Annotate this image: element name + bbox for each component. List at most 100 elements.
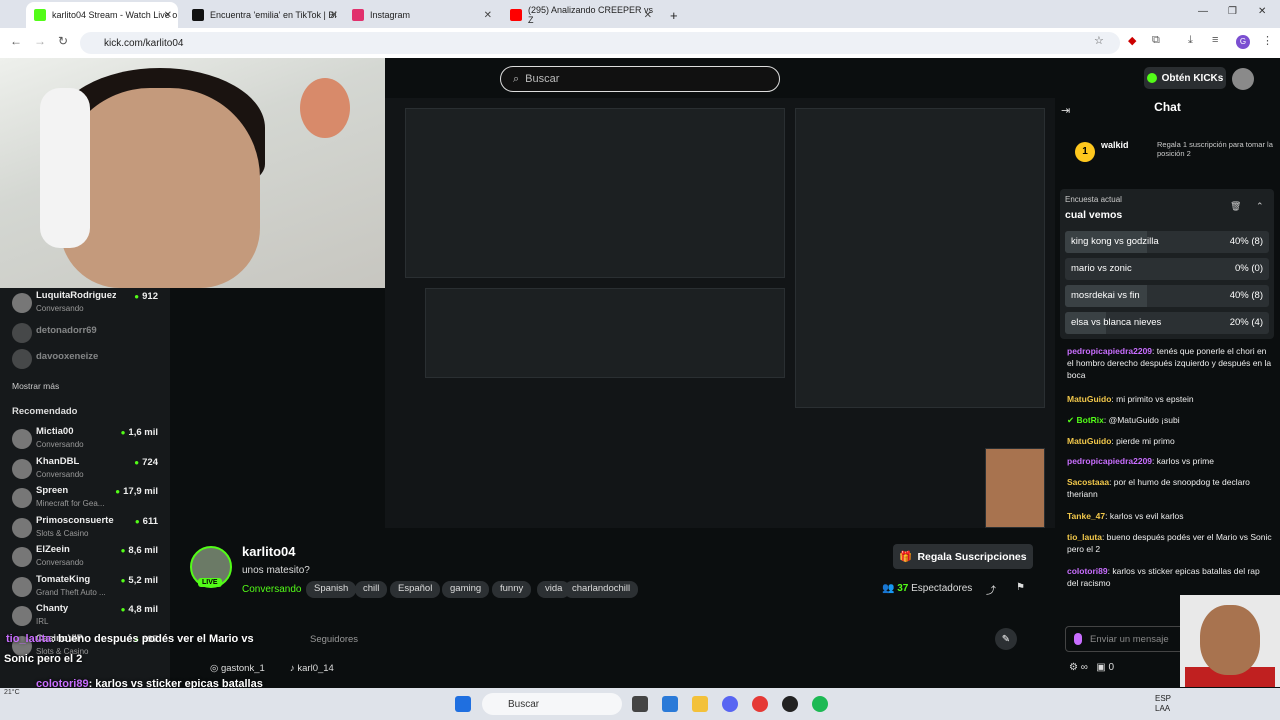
settings-icon[interactable]: ⚙ ∞ [1069,662,1088,673]
share-icon[interactable]: ⤴ [986,582,996,597]
tag[interactable]: Spanish [306,581,357,598]
poll-question: cual vemos [1065,209,1123,221]
download-icon[interactable]: ⤓ [1188,34,1193,47]
search-input[interactable]: ⌕ Buscar [500,66,780,92]
tag[interactable]: Español [390,581,441,598]
task-view-icon[interactable] [632,696,648,712]
pinned-gift: 1 walkid Regala 1 suscripción para tomar… [1075,138,1275,178]
sidebar: LuquitaRodriguez Conversando ● 912 detona… [0,283,170,688]
poll-option[interactable]: elsa vs blanca nieves 20% (4) [1065,312,1269,334]
sidebar-item-recommended[interactable]: Spreen Minecraft for Gea... ● 17,9 mil [10,484,168,512]
tab-instagram[interactable]: Instagram ✕ [344,4,498,26]
youtube-icon [510,9,522,21]
user-avatar[interactable] [1232,68,1254,90]
poll-option[interactable]: mosrdekai vs fin 40% (8) [1065,285,1269,307]
tiktok-icon [192,9,204,21]
obs-icon[interactable] [782,696,798,712]
avatar [12,323,32,343]
sidebar-item-following[interactable]: davooxeneize [10,345,168,373]
channel-name[interactable]: karlito04 [242,544,295,559]
close-icon[interactable]: ✕ [330,10,338,21]
forward-icon[interactable]: → [34,34,46,48]
sidebar-item-recommended[interactable]: Chanty IRL ● 4,8 mil [10,602,168,630]
sidebar-item-following[interactable]: LuquitaRodriguez Conversando ● 912 [10,289,168,317]
live-dot-icon: ● [120,428,126,437]
minimize-icon[interactable]: — [1198,6,1208,17]
back-icon[interactable]: ← [10,34,22,48]
chrome-icon[interactable] [752,696,768,712]
gift-subs-button[interactable]: 🎁 Regala Suscripciones [893,544,1033,569]
live-dot-icon: ● [134,516,140,526]
avatar [12,606,32,626]
tab-kick[interactable]: karlito04 Stream - Watch Live o ✕ [26,2,178,28]
tag[interactable]: chill [355,581,388,598]
live-badge: LIVE [198,578,222,587]
avatar [12,429,32,449]
chat-input[interactable]: Enviar un mensaje [1065,626,1195,652]
tab-youtube[interactable]: (295) Analizando CREEPER vs Z ✕ [502,4,658,26]
report-icon[interactable]: ⚑ [1016,582,1025,593]
chat-message: Tanke_47: karlos vs evil karlos [1067,511,1184,521]
secondary-webcam [1180,595,1280,687]
store-icon[interactable] [662,696,678,712]
discord-icon[interactable] [722,696,738,712]
address-row: ← → ↻ kick.com/karlito04 [0,28,1280,58]
system-tray[interactable]: ESP LAA [1155,694,1171,714]
weather-widget[interactable]: 21°C [4,689,20,696]
avatar [12,488,32,508]
windows-start-icon[interactable] [455,696,471,712]
profile-avatar[interactable]: G [1236,35,1250,49]
maximize-icon[interactable]: ❐ [1228,6,1237,17]
stream-video[interactable] [385,98,1055,528]
show-more-link[interactable]: Mostrar más [12,381,59,391]
sidebar-item-recommended[interactable]: KhanDBL Conversando ● 724 [10,455,168,483]
poll-option[interactable]: mario vs zonic 0% (0) [1065,258,1269,280]
poll-option[interactable]: king kong vs godzilla 40% (8) [1065,231,1269,253]
tag[interactable]: gaming [442,581,490,598]
chat-panel: ⇥ Chat 1 walkid Regala 1 suscripción par… [1055,58,1280,688]
instagram-icon [352,9,364,21]
new-tab-button[interactable]: + [662,4,682,26]
webcam-feed [0,58,385,288]
tab-tiktok[interactable]: Encuentra 'emilia' en TikTok | Bi ✕ [184,4,344,26]
file-explorer-icon[interactable] [692,696,708,712]
avatar [12,547,32,567]
tag[interactable]: funny [492,581,532,598]
trash-icon[interactable]: 🗑 [1230,201,1241,212]
sidebar-item-recommended[interactable]: ElZeein Conversando ● 8,6 mil [10,543,168,571]
viewer-count: 👥 37 Espectadores [882,583,973,594]
stream-title: unos matesito? [242,565,310,576]
spotify-icon[interactable] [812,696,828,712]
close-icon[interactable]: ✕ [164,10,172,21]
taskbar-search[interactable]: Buscar [482,693,622,715]
media-icon[interactable]: ≡ [1212,34,1218,46]
bookmark-star-icon[interactable]: ☆ [1094,34,1104,47]
extension-icon[interactable]: ◆ [1128,34,1136,47]
tab-strip: karlito04 Stream - Watch Live o ✕ Encuen… [0,0,1280,28]
sidebar-item-recommended[interactable]: TomateKing Grand Theft Auto ... ● 5,2 mil [10,573,168,601]
close-icon[interactable]: ✕ [644,10,652,21]
chat-message: tio_lauta: bueno después podés ver el Ma… [1067,532,1272,554]
get-kicks-button[interactable]: Obtén KICKs [1144,67,1226,89]
taskbar: 21°C Buscar ESP LAA [0,688,1280,720]
stream-category[interactable]: Conversando [242,584,301,595]
edit-icon[interactable]: ✎ [995,628,1017,650]
close-icon[interactable]: ✕ [484,10,492,21]
menu-icon[interactable]: ⋮ [1262,34,1273,47]
chat-overlay: tio_lauta: bueno después podés ver el Ma… [4,633,263,688]
avatar [12,517,32,538]
gift-icon[interactable]: ▣ [1096,662,1105,673]
live-dot-icon: ● [120,575,126,585]
url-bar[interactable]: kick.com/karlito04 [80,32,1120,54]
sidebar-item-recommended[interactable]: Mictia00 Conversando ● 1,6 mil [10,425,168,453]
tag[interactable]: charlandochill [564,581,639,598]
chevron-up-icon[interactable]: ⌃ [1256,201,1264,212]
reload-icon[interactable]: ↻ [58,34,68,48]
gift-icon: 🎁 [899,551,913,563]
sidebar-item-following[interactable]: detonadorr69 [10,319,168,347]
recommended-heading: Recomendado [12,406,78,417]
extensions-icon[interactable]: ⧉ [1152,34,1160,47]
sidebar-item-recommended[interactable]: Primosconsuerte Slots & Casino ● 611 [10,514,168,542]
search-icon: ⌕ [513,72,520,85]
close-window-icon[interactable]: ✕ [1258,6,1266,17]
